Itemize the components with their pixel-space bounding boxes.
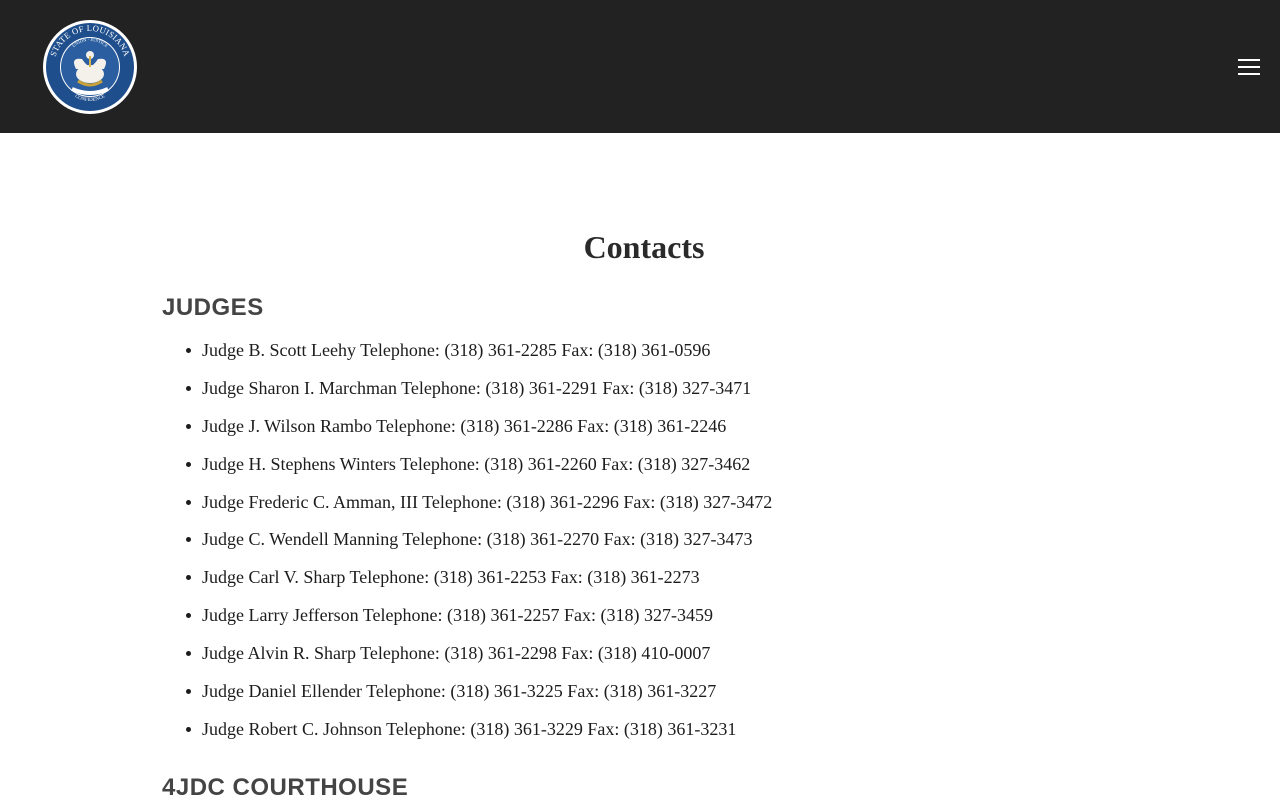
menu-bar: [1238, 66, 1260, 68]
judge-contact-item: Judge J. Wilson Rambo Telephone: (318) 3…: [185, 413, 772, 451]
judge-contact-item: Judge Frederic C. Amman, III Telephone: …: [185, 489, 772, 527]
hamburger-menu-icon[interactable]: [1234, 54, 1264, 80]
menu-bar: [1238, 59, 1260, 61]
judge-contact-item: Judge C. Wendell Manning Telephone: (318…: [185, 526, 772, 564]
judge-contact-item: Judge H. Stephens Winters Telephone: (31…: [185, 451, 772, 489]
judge-contact-item: Judge Alvin R. Sharp Telephone: (318) 36…: [185, 640, 772, 678]
judge-contact-item: Judge Daniel Ellender Telephone: (318) 3…: [185, 678, 772, 716]
courthouse-heading: 4JDC COURTHOUSE: [162, 774, 409, 801]
louisiana-state-seal-logo[interactable]: STATE OF LOUISIANA UNION · JUSTICE CONFI…: [42, 19, 138, 115]
judges-list: Judge B. Scott Leehy Telephone: (318) 36…: [162, 337, 772, 754]
judge-contact-item: Judge B. Scott Leehy Telephone: (318) 36…: [185, 337, 772, 375]
menu-bar: [1238, 73, 1260, 75]
seal-emblem-icon: STATE OF LOUISIANA UNION · JUSTICE CONFI…: [43, 20, 137, 114]
judge-contact-item: Judge Larry Jefferson Telephone: (318) 3…: [185, 602, 772, 640]
page-title: Contacts: [583, 229, 705, 265]
site-header: STATE OF LOUISIANA UNION · JUSTICE CONFI…: [0, 0, 1280, 133]
judge-contact-item: Judge Carl V. Sharp Telephone: (318) 361…: [185, 564, 772, 602]
judges-heading: JUDGES: [162, 294, 264, 321]
judge-contact-item: Judge Robert C. Johnson Telephone: (318)…: [185, 716, 772, 754]
judge-contact-item: Judge Sharon I. Marchman Telephone: (318…: [185, 375, 772, 413]
